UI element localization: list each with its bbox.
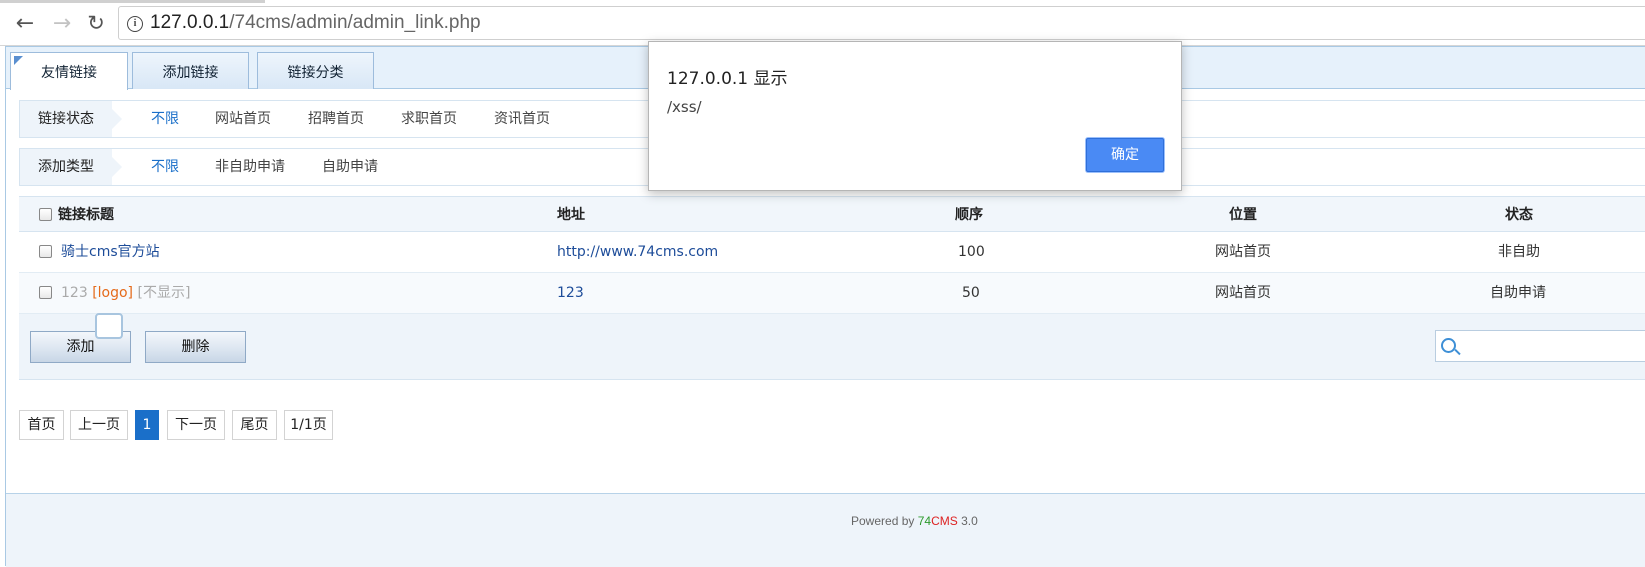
action-bar: 添加 删除 (19, 313, 1645, 380)
row-order: 100 (958, 244, 985, 260)
status-filter-label: 链接状态 (20, 101, 122, 137)
address-bar[interactable]: i 127.0.0.1/74cms/admin/admin_link.php (118, 6, 1645, 40)
row-status: 自助申请 (1490, 285, 1546, 301)
header-url: 地址 (557, 207, 585, 223)
row-url-link[interactable]: http://www.74cms.com (557, 232, 718, 272)
alert-dialog: 127.0.0.1 显示 /xss/ 确定 (648, 41, 1182, 191)
header-status: 状态 (1505, 207, 1533, 223)
row-checkbox[interactable] (39, 245, 52, 258)
status-option-resume[interactable]: 求职首页 (401, 101, 457, 137)
delete-button[interactable]: 删除 (145, 331, 246, 363)
row-checkbox[interactable] (39, 286, 52, 299)
page-next[interactable]: 下一页 (167, 410, 225, 440)
logo-tag: [logo] (92, 285, 134, 301)
header-order: 顺序 (955, 207, 983, 223)
table-row: 123 [logo] [不显示] 123 50 网站首页 自助申请 (19, 273, 1645, 314)
header-position: 位置 (1229, 207, 1257, 223)
dialog-message: /xss/ (667, 98, 702, 116)
row-url-link[interactable]: 123 (557, 273, 584, 313)
type-option-self[interactable]: 自助申请 (322, 149, 378, 185)
type-option-all[interactable]: 不限 (151, 149, 179, 185)
page-first[interactable]: 首页 (19, 410, 64, 440)
site-info-icon[interactable]: i (127, 16, 143, 32)
forward-arrow-icon[interactable]: → (48, 9, 76, 37)
status-option-home[interactable]: 网站首页 (215, 101, 271, 137)
row-position: 网站首页 (1215, 244, 1271, 260)
row-status: 非自助 (1498, 244, 1540, 260)
row-title[interactable]: 123 [logo] [不显示] (61, 273, 190, 313)
back-arrow-icon[interactable]: ← (11, 9, 39, 37)
browser-toolbar: ← → ↻ i 127.0.0.1/74cms/admin/admin_link… (0, 0, 1645, 46)
hidden-tag: [不显示] (137, 285, 191, 301)
type-filter-label: 添加类型 (20, 149, 122, 185)
status-option-all[interactable]: 不限 (151, 101, 179, 137)
footer: Powered by 74CMS 3.0 (6, 493, 1645, 567)
row-position: 网站首页 (1215, 285, 1271, 301)
search-icon (1441, 338, 1456, 353)
page-summary: 1/1页 (284, 410, 333, 440)
page-last[interactable]: 尾页 (232, 410, 277, 440)
page-prev[interactable]: 上一页 (70, 410, 128, 440)
tab-friend-links[interactable]: 友情链接 (10, 52, 128, 90)
active-tab-strip (0, 0, 265, 3)
status-option-news[interactable]: 资讯首页 (494, 101, 550, 137)
select-all-checkbox[interactable] (39, 208, 52, 221)
reload-icon[interactable]: ↻ (82, 9, 110, 37)
row-order: 50 (962, 285, 980, 301)
search-input[interactable] (1435, 330, 1645, 362)
row-title-link[interactable]: 骑士cms官方站 (61, 232, 160, 272)
tab-corner-icon (14, 56, 23, 65)
powered-by: Powered by 74CMS 3.0 (851, 514, 978, 528)
tab-link-category[interactable]: 链接分类 (257, 52, 374, 89)
table-header: 链接标题 地址 顺序 位置 状态 (19, 196, 1645, 232)
type-option-non-self[interactable]: 非自助申请 (215, 149, 285, 185)
header-title: 链接标题 (58, 207, 114, 223)
tab-add-link[interactable]: 添加链接 (132, 52, 249, 89)
page-current[interactable]: 1 (135, 410, 159, 440)
focus-outline-box (95, 313, 123, 339)
table-row: 骑士cms官方站 http://www.74cms.com 100 网站首页 非… (19, 232, 1645, 273)
address-url[interactable]: 127.0.0.1/74cms/admin/admin_link.php (150, 12, 481, 34)
dialog-title: 127.0.0.1 显示 (667, 69, 788, 89)
ok-button[interactable]: 确定 (1086, 138, 1164, 172)
status-option-jobs[interactable]: 招聘首页 (308, 101, 364, 137)
